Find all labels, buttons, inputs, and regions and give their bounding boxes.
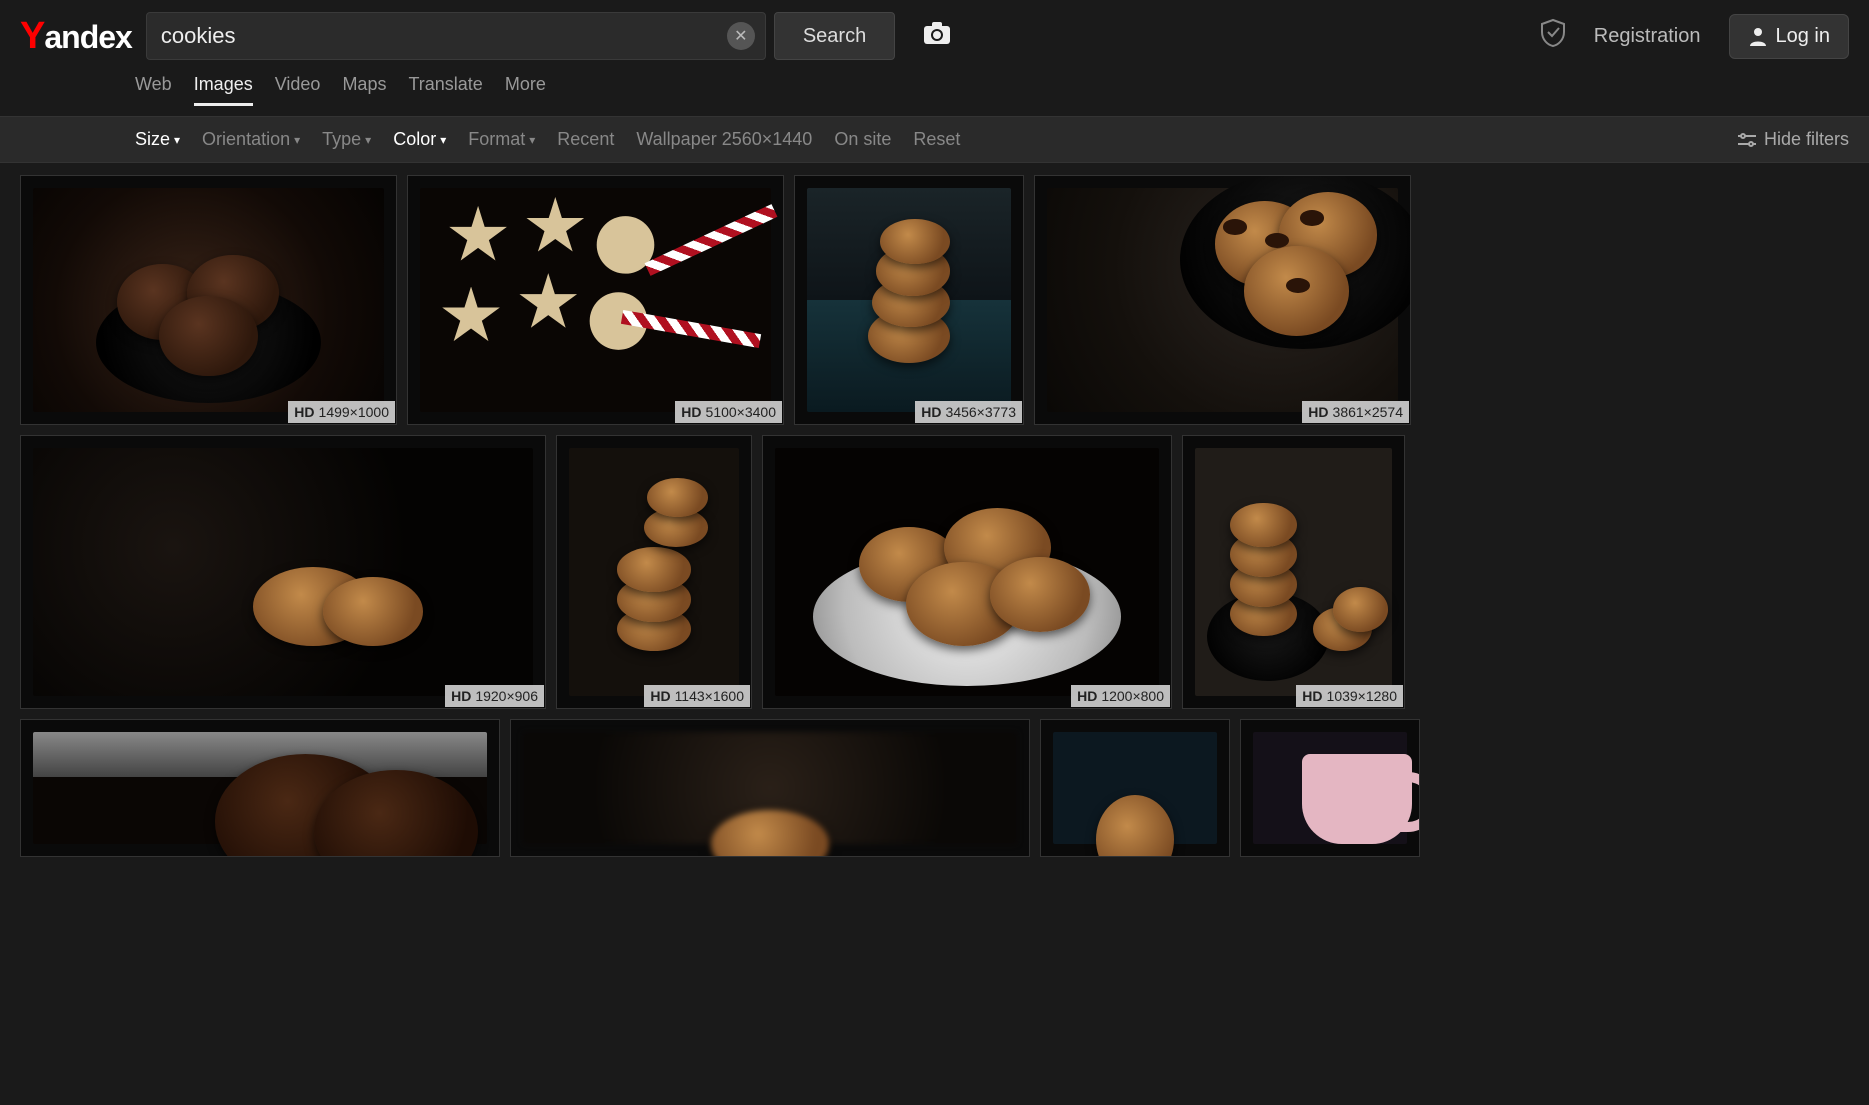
- logo-rest: andex: [44, 19, 131, 56]
- chevron-down-icon: ▾: [365, 133, 371, 147]
- result-tile[interactable]: [1040, 719, 1230, 857]
- result-tile[interactable]: HD1143×1600: [556, 435, 752, 709]
- result-tile[interactable]: HD1920×906: [20, 435, 546, 709]
- logo-first-letter: Y: [20, 15, 44, 58]
- filters-bar: Size▾ Orientation▾ Type▾ Color▾ Format▾ …: [0, 116, 1869, 163]
- tab-video[interactable]: Video: [275, 74, 321, 106]
- result-row: HD1499×1000 HD5100×3400 HD3456×3: [20, 175, 1849, 425]
- hide-filters-button[interactable]: Hide filters: [1738, 129, 1849, 150]
- chevron-down-icon: ▾: [294, 133, 300, 147]
- dimensions-badge: HD1920×906: [445, 685, 544, 707]
- dimensions-badge: HD1143×1600: [644, 685, 750, 707]
- result-tile[interactable]: HD1499×1000: [20, 175, 397, 425]
- tab-web[interactable]: Web: [135, 74, 172, 106]
- search-input[interactable]: [147, 23, 727, 49]
- clear-search-icon[interactable]: ✕: [727, 22, 755, 50]
- registration-link[interactable]: Registration: [1594, 25, 1701, 48]
- tab-images[interactable]: Images: [194, 74, 253, 106]
- search-box: ✕: [146, 12, 766, 60]
- filter-onsite[interactable]: On site: [834, 129, 891, 150]
- tab-translate[interactable]: Translate: [408, 74, 482, 106]
- dimensions-badge: HD1039×1280: [1296, 685, 1403, 707]
- logo[interactable]: Yandex: [20, 15, 132, 58]
- filter-format[interactable]: Format▾: [468, 129, 535, 150]
- results-grid: HD1499×1000 HD5100×3400 HD3456×3: [0, 163, 1869, 879]
- filter-wallpaper[interactable]: Wallpaper 2560×1440: [636, 129, 812, 150]
- dimensions-badge: HD1200×800: [1071, 685, 1170, 707]
- dimensions-badge: HD5100×3400: [675, 401, 782, 423]
- camera-icon[interactable]: [923, 21, 951, 52]
- result-tile[interactable]: [20, 719, 500, 857]
- login-label: Log in: [1776, 25, 1831, 48]
- tab-maps[interactable]: Maps: [342, 74, 386, 106]
- result-row: HD1920×906 HD1143×1600 HD1200×800: [20, 435, 1849, 709]
- search-wrap: ✕ Search: [146, 12, 951, 60]
- filter-recent[interactable]: Recent: [557, 129, 614, 150]
- filter-type[interactable]: Type▾: [322, 129, 371, 150]
- filter-orientation[interactable]: Orientation▾: [202, 129, 300, 150]
- shield-icon[interactable]: [1540, 18, 1566, 55]
- result-tile[interactable]: HD5100×3400: [407, 175, 784, 425]
- result-tile[interactable]: HD1039×1280: [1182, 435, 1405, 709]
- result-tile[interactable]: HD3861×2574: [1034, 175, 1411, 425]
- result-tile[interactable]: HD3456×3773: [794, 175, 1024, 425]
- header: Yandex ✕ Search Registration Log in: [0, 0, 1869, 60]
- filter-size[interactable]: Size▾: [135, 129, 180, 150]
- dimensions-badge: HD3861×2574: [1302, 401, 1409, 423]
- nav-tabs: Web Images Video Maps Translate More: [0, 60, 1869, 116]
- chevron-down-icon: ▾: [440, 133, 446, 147]
- dimensions-badge: HD1499×1000: [288, 401, 395, 423]
- login-button[interactable]: Log in: [1729, 14, 1850, 59]
- header-right: Registration Log in: [1540, 14, 1849, 59]
- result-tile[interactable]: HD1200×800: [762, 435, 1172, 709]
- chevron-down-icon: ▾: [174, 133, 180, 147]
- user-icon: [1748, 26, 1768, 46]
- sliders-icon: [1738, 133, 1756, 147]
- result-tile[interactable]: [510, 719, 1030, 857]
- tab-more[interactable]: More: [505, 74, 546, 106]
- dimensions-badge: HD3456×3773: [915, 401, 1022, 423]
- filter-reset[interactable]: Reset: [913, 129, 960, 150]
- result-tile[interactable]: [1240, 719, 1420, 857]
- filter-color[interactable]: Color▾: [393, 129, 446, 150]
- chevron-down-icon: ▾: [529, 133, 535, 147]
- search-button[interactable]: Search: [774, 12, 895, 60]
- result-row: [20, 719, 1849, 857]
